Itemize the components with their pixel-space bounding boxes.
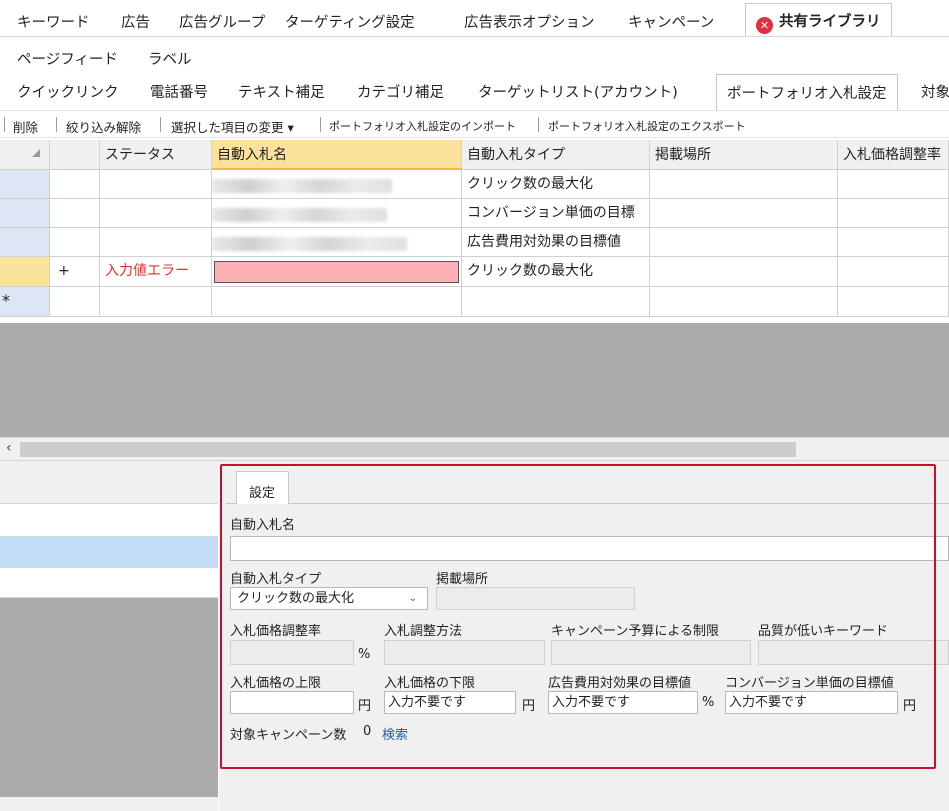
tab-label[interactable]: ラベル (148, 48, 192, 69)
row-header-current[interactable] (0, 257, 50, 287)
row-header[interactable] (0, 170, 50, 199)
bid-type-cell[interactable]: クリック数の最大化 (462, 257, 650, 287)
tab-ad-group[interactable]: 広告グループ (179, 11, 265, 32)
tab-quick-link[interactable]: クイックリンク (17, 81, 119, 102)
toolbar-grip (4, 117, 5, 132)
toolbar: 削除 絞り込み解除 選択した項目の変更 ▾ ポートフォリオ入札設定のインポート … (0, 110, 949, 138)
adjust-rate-cell[interactable] (838, 257, 949, 287)
import-button[interactable]: ポートフォリオ入札設定のインポート (329, 118, 516, 134)
tab-row-main: キーワード 広告 広告グループ ターゲティング設定 広告表示オプション キャンペ… (0, 0, 949, 37)
placement-cell[interactable] (650, 257, 838, 287)
adjust-rate-cell[interactable] (838, 287, 949, 317)
status-cell-error[interactable]: 入力値エラー (100, 257, 212, 287)
bid-type-cell[interactable]: 広告費用対効果の目標値 (462, 228, 650, 257)
tab-category-supplement[interactable]: カテゴリ補足 (357, 81, 444, 102)
tab-text-supplement[interactable]: テキスト補足 (238, 81, 325, 102)
bid-type-cell[interactable]: クリック数の最大化 (462, 170, 650, 199)
row-marker: + (50, 257, 100, 287)
status-cell[interactable] (100, 170, 212, 199)
separator (160, 117, 161, 132)
list-header (0, 461, 218, 504)
grid-empty-area (0, 323, 949, 437)
status-cell[interactable] (100, 287, 212, 317)
separator (320, 117, 321, 132)
adjust-rate-cell[interactable] (838, 228, 949, 257)
row-marker (50, 287, 100, 317)
sort-triangle-icon (32, 149, 40, 157)
row-header[interactable] (0, 228, 50, 257)
highlight-frame (220, 464, 936, 769)
row-marker (50, 228, 100, 257)
tab-shared-library[interactable]: ✕ 共有ライブラリ (745, 3, 892, 37)
error-input[interactable] (214, 261, 459, 283)
tab-targeting[interactable]: ターゲティング設定 (285, 11, 415, 32)
placement-cell[interactable] (650, 199, 838, 228)
select-all-corner[interactable] (0, 140, 50, 170)
bid-name-cell-error[interactable] (212, 257, 462, 287)
column-header-bid-name[interactable]: 自動入札名 (212, 140, 462, 170)
tab-target-list[interactable]: ターゲットリスト(アカウント) (478, 81, 678, 102)
bid-name-cell-blurred[interactable] (212, 228, 462, 257)
separator (56, 117, 57, 132)
adjust-rate-cell[interactable] (838, 199, 949, 228)
left-list-panel (0, 461, 218, 811)
list-footer (0, 797, 218, 811)
tab-target[interactable]: 対象 (921, 81, 949, 102)
adjust-rate-cell[interactable] (838, 170, 949, 199)
bid-name-cell-blurred[interactable] (212, 170, 462, 199)
redacted-text (212, 179, 392, 193)
portfolio-grid: ステータス 自動入札名 自動入札タイプ 掲載場所 入札価格調整率 クリック数の最… (0, 140, 949, 323)
placement-cell[interactable] (650, 287, 838, 317)
tab-keyword[interactable]: キーワード (17, 11, 90, 32)
tab-ad-extensions[interactable]: 広告表示オプション (464, 11, 595, 32)
placement-cell[interactable] (650, 228, 838, 257)
row-marker (50, 199, 100, 228)
separator (538, 117, 539, 132)
redacted-text (212, 208, 387, 222)
error-close-icon[interactable]: ✕ (756, 17, 773, 34)
list-item-selected[interactable] (0, 537, 218, 568)
tab-row-shared: クイックリンク 電話番号 テキスト補足 カテゴリ補足 ターゲットリスト(アカウン… (0, 73, 949, 111)
column-header-placement[interactable]: 掲載場所 (650, 140, 838, 170)
scrollbar-thumb[interactable] (20, 442, 796, 457)
bid-type-cell[interactable]: コンバージョン単価の目標 (462, 199, 650, 228)
list-item[interactable] (0, 504, 218, 537)
redacted-text (212, 237, 407, 251)
bid-type-cell[interactable] (462, 287, 650, 317)
placement-cell[interactable] (650, 170, 838, 199)
clear-filter-button[interactable]: 絞り込み解除 (66, 117, 141, 136)
list-item[interactable] (0, 568, 218, 598)
bid-name-cell-blurred[interactable] (212, 199, 462, 228)
column-header-bid-type[interactable]: 自動入札タイプ (462, 140, 650, 170)
tab-phone[interactable]: 電話番号 (150, 81, 208, 102)
row-marker (50, 170, 100, 199)
status-cell[interactable] (100, 199, 212, 228)
column-header-marker[interactable] (50, 140, 100, 170)
change-selected-dropdown[interactable]: 選択した項目の変更 ▾ (171, 117, 294, 136)
tab-portfolio-bid[interactable]: ポートフォリオ入札設定 (716, 74, 898, 111)
new-row-header[interactable]: * (0, 287, 50, 317)
row-header[interactable] (0, 199, 50, 228)
delete-button[interactable]: 削除 (13, 117, 38, 136)
bid-name-cell[interactable] (212, 287, 462, 317)
column-header-adjust-rate[interactable]: 入札価格調整率 (838, 140, 949, 170)
tab-row-secondary: ページフィード ラベル (0, 37, 949, 73)
tab-shared-library-label: 共有ライブラリ (779, 14, 881, 30)
tab-campaign[interactable]: キャンペーン (628, 11, 714, 32)
column-header-status[interactable]: ステータス (100, 140, 212, 170)
horizontal-scrollbar[interactable]: ‹ (0, 437, 949, 461)
scroll-left-arrow-icon[interactable]: ‹ (6, 440, 12, 456)
tab-ad[interactable]: 広告 (121, 11, 150, 32)
export-button[interactable]: ポートフォリオ入札設定のエクスポート (548, 118, 746, 134)
status-cell[interactable] (100, 228, 212, 257)
tab-page-feed[interactable]: ページフィード (17, 48, 118, 69)
